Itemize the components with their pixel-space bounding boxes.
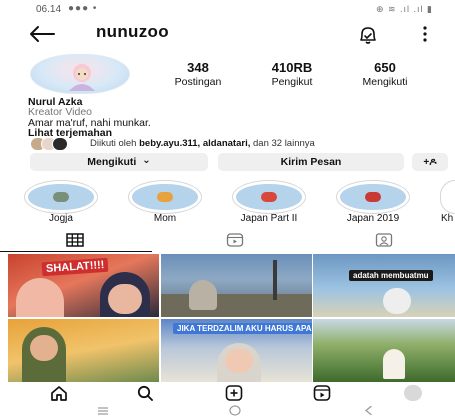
search-icon[interactable]: [136, 385, 154, 401]
post-lamp: [273, 260, 277, 300]
highlight-mom[interactable]: [128, 180, 202, 214]
highlight-cover: [236, 184, 302, 210]
stat-following-value: 650: [374, 60, 396, 75]
post-figure: [225, 349, 253, 373]
home-icon[interactable]: [50, 385, 68, 401]
post-caption: [161, 254, 169, 256]
highlight-cover: [132, 184, 198, 210]
followed-by-avatars[interactable]: [30, 137, 78, 151]
status-time: 06.14: [36, 4, 62, 15]
highlight-label: Jogja: [49, 213, 73, 224]
stat-posts-value: 348: [187, 60, 209, 75]
grid-icon[interactable]: [66, 233, 84, 247]
post-figure: [108, 284, 142, 314]
stat-following-label: Mengikuti: [362, 76, 408, 88]
add-post-icon[interactable]: [225, 385, 243, 401]
post-figure: [189, 280, 217, 310]
post-figure: [16, 278, 64, 317]
reels-nav-icon[interactable]: [313, 385, 331, 401]
post-caption: [8, 319, 16, 321]
post-ground: [161, 294, 312, 317]
highlight-cover: [28, 184, 94, 210]
stat-posts-label: Postingan: [174, 76, 222, 88]
post-figure: [383, 349, 405, 379]
notification-icons: ●●● •: [68, 3, 98, 14]
profile-avatar[interactable]: [30, 54, 130, 94]
system-status-icons: ⊕ ≋ .ıl .ıl ▮: [375, 4, 433, 14]
reels-icon[interactable]: [226, 233, 244, 247]
post-caption: adatah membuatmu: [349, 270, 433, 281]
highlight-japan-part-ii[interactable]: [232, 180, 306, 214]
post-thumbnail[interactable]: [313, 319, 455, 382]
following-label: Mengikuti: [87, 156, 137, 168]
avatar-figure-icon: [69, 64, 95, 91]
highlight-label: Kh: [441, 213, 454, 224]
post-caption: JIKA TERDZALIM AKU HARUS APA?: [173, 323, 312, 334]
chevron-down-icon: ⌄: [142, 154, 151, 166]
stat-following[interactable]: 650 Mengikuti: [345, 60, 425, 88]
highlight-cover: [340, 184, 406, 210]
stat-followers-label: Pengikut: [271, 76, 313, 88]
tagged-icon[interactable]: [375, 233, 393, 247]
post-caption: [313, 319, 321, 321]
post-figure: [30, 335, 58, 361]
following-button[interactable]: Mengikuti ⌄: [30, 153, 208, 171]
back-chevron-icon[interactable]: [362, 405, 376, 416]
highlight-label: Japan Part II: [240, 213, 298, 224]
stat-posts[interactable]: 348 Postingan: [158, 60, 238, 88]
add-person-icon: +ዶ: [423, 156, 437, 168]
post-thumbnail[interactable]: SHALAT!!!!: [8, 254, 159, 317]
post-thumbnail[interactable]: JIKA TERDZALIM AKU HARUS APA?: [161, 319, 312, 382]
post-caption: SHALAT!!!!: [41, 257, 109, 277]
highlight-jogja[interactable]: [24, 180, 98, 214]
add-person-button[interactable]: +ዶ: [412, 153, 448, 171]
followed-by-suffix: dan 32 lainnya: [250, 138, 315, 149]
highlight-partial[interactable]: [440, 180, 455, 214]
profile-username: nunuzoo: [96, 22, 169, 41]
followed-by-prefix: Diikuti oleh: [90, 138, 140, 149]
stat-followers[interactable]: 410RB Pengikut: [252, 60, 332, 88]
back-arrow-icon[interactable]: [28, 24, 56, 44]
active-tab-indicator: [0, 251, 152, 252]
post-figure: [383, 288, 411, 314]
status-bar: 06.14 ●●● • ⊕ ≋ .ıl .ıl ▮: [0, 0, 455, 20]
post-thumbnail[interactable]: adatah membuatmu: [313, 254, 455, 317]
message-label: Kirim Pesan: [280, 156, 342, 168]
more-vertical-icon[interactable]: [420, 24, 430, 44]
followed-by-users: beby.ayu.311, aldanatari,: [139, 138, 251, 149]
message-button[interactable]: Kirim Pesan: [218, 153, 404, 171]
profile-tab-avatar[interactable]: [404, 385, 422, 401]
home-circle-icon[interactable]: [228, 405, 242, 416]
highlight-label: Mom: [153, 213, 177, 224]
highlight-label: Japan 2019: [346, 213, 400, 224]
recents-icon[interactable]: [96, 405, 110, 416]
stat-followers-value: 410RB: [271, 60, 313, 75]
post-thumbnail[interactable]: [161, 254, 312, 317]
highlight-japan-2019[interactable]: [336, 180, 410, 214]
post-thumbnail[interactable]: [8, 319, 159, 382]
bell-icon[interactable]: [356, 24, 380, 46]
followed-by-text[interactable]: Diikuti oleh beby.ayu.311, aldanatari, d…: [90, 138, 315, 149]
